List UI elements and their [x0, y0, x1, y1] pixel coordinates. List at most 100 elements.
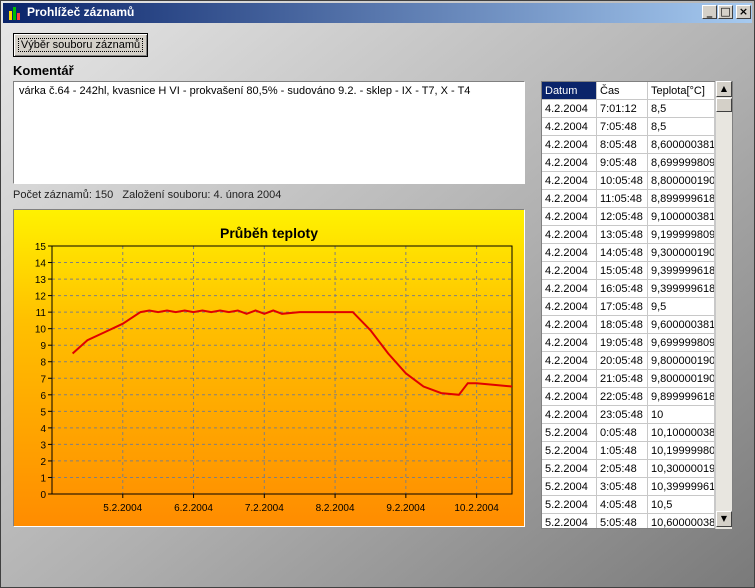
table-row[interactable]: 4.2.2004 13:05:48 9,199999809 [542, 225, 715, 244]
cell-temperature: 9,399999618 [647, 261, 715, 280]
table-row[interactable]: 4.2.2004 12:05:48 9,100000381 [542, 207, 715, 226]
table-row[interactable]: 4.2.2004 7:05:48 8,5 [542, 117, 715, 136]
cell-time: 11:05:48 [596, 189, 648, 208]
table-row[interactable]: 4.2.2004 19:05:48 9,699999809 [542, 333, 715, 352]
col-header-time[interactable]: Čas [596, 82, 648, 100]
cell-temperature: 9,899999618 [647, 387, 715, 406]
table-row[interactable]: 4.2.2004 20:05:48 9,800000190 [542, 351, 715, 370]
cell-temperature: 9,399999618 [647, 279, 715, 298]
cell-temperature: 10,19999980 [647, 441, 715, 460]
table-row[interactable]: 5.2.2004 5:05:48 10,60000038 [542, 513, 715, 528]
cell-time: 3:05:48 [596, 477, 648, 496]
cell-date: 5.2.2004 [542, 459, 597, 478]
table-row[interactable]: 4.2.2004 23:05:48 10 [542, 405, 715, 424]
table-row[interactable]: 4.2.2004 15:05:48 9,399999618 [542, 261, 715, 280]
table-row[interactable]: 4.2.2004 7:01:12 8,5 [542, 99, 715, 118]
col-header-temperature[interactable]: Teplota[°C] [647, 82, 715, 100]
records-table[interactable]: Datum Čas Teplota[°C] 4.2.2004 7:01:12 8,5… [541, 81, 733, 529]
cell-date: 4.2.2004 [542, 135, 597, 154]
cell-date: 5.2.2004 [542, 441, 597, 460]
scroll-down-button[interactable]: ▼ [716, 511, 732, 527]
table-row[interactable]: 4.2.2004 18:05:48 9,600000381 [542, 315, 715, 334]
table-row[interactable]: 4.2.2004 14:05:48 9,300000190 [542, 243, 715, 262]
title-bar[interactable]: Prohlížeč záznamů _ □ × [3, 3, 752, 23]
comment-textarea[interactable]: várka č.64 - 242hl, kvasnice H VI - prok… [13, 81, 525, 184]
cell-temperature: 8,5 [647, 117, 715, 136]
table-row[interactable]: 4.2.2004 8:05:48 8,600000381 [542, 135, 715, 154]
table-row[interactable]: 5.2.2004 0:05:48 10,10000038 [542, 423, 715, 442]
y-tick-label: 2 [40, 457, 46, 468]
cell-date: 4.2.2004 [542, 387, 597, 406]
cell-temperature: 9,100000381 [647, 207, 715, 226]
cell-time: 20:05:48 [596, 351, 648, 370]
cell-date: 4.2.2004 [542, 117, 597, 136]
temperature-series-line [71, 309, 513, 396]
table-row[interactable]: 5.2.2004 3:05:48 10,39999961 [542, 477, 715, 496]
cell-date: 4.2.2004 [542, 99, 597, 118]
cell-date: 4.2.2004 [542, 243, 597, 262]
table-row[interactable]: 4.2.2004 9:05:48 8,699999809 [542, 153, 715, 172]
table-row[interactable]: 4.2.2004 17:05:48 9,5 [542, 297, 715, 316]
plot-area-border [51, 245, 513, 495]
cell-date: 4.2.2004 [542, 405, 597, 424]
cell-date: 5.2.2004 [542, 423, 597, 442]
y-tick-label: 13 [35, 275, 47, 286]
y-tick-label: 9 [40, 341, 46, 352]
table-row[interactable]: 5.2.2004 2:05:48 10,30000019 [542, 459, 715, 478]
table-row[interactable]: 4.2.2004 11:05:48 8,899999618 [542, 189, 715, 208]
minimize-button[interactable]: _ [702, 5, 717, 19]
close-button[interactable]: × [736, 5, 751, 19]
cell-time: 15:05:48 [596, 261, 648, 280]
cell-temperature: 9,699999809 [647, 333, 715, 352]
table-row[interactable]: 4.2.2004 16:05:48 9,399999618 [542, 279, 715, 298]
cell-time: 4:05:48 [596, 495, 648, 514]
cell-date: 4.2.2004 [542, 369, 597, 388]
cell-date: 4.2.2004 [542, 153, 597, 172]
x-tick-label: 10.2.2004 [454, 503, 499, 514]
y-tick-label: 0 [40, 490, 46, 501]
y-tick-label: 1 [40, 473, 46, 484]
cell-time: 0:05:48 [596, 423, 648, 442]
cell-temperature: 8,600000381 [647, 135, 715, 154]
cell-time: 5:05:48 [596, 513, 648, 528]
scroll-thumb[interactable] [716, 98, 732, 112]
y-tick-label: 14 [35, 259, 47, 270]
cell-date: 4.2.2004 [542, 207, 597, 226]
table-row[interactable]: 5.2.2004 1:05:48 10,19999980 [542, 441, 715, 460]
y-tick-label: 15 [35, 242, 47, 253]
x-tick-label: 7.2.2004 [245, 503, 284, 514]
select-file-button[interactable]: Výběr souboru záznamů [13, 33, 148, 57]
cell-temperature: 10 [647, 405, 715, 424]
cell-time: 13:05:48 [596, 225, 648, 244]
cell-temperature: 10,10000038 [647, 423, 715, 442]
cell-time: 9:05:48 [596, 153, 648, 172]
col-header-date[interactable]: Datum [542, 82, 597, 100]
cell-time: 14:05:48 [596, 243, 648, 262]
y-tick-label: 12 [35, 292, 47, 303]
maximize-button[interactable]: □ [718, 5, 733, 19]
file-status: Počet záznamů: 150 Založení souboru: 4. … [13, 189, 287, 201]
cell-temperature: 9,600000381 [647, 315, 715, 334]
cell-temperature: 10,60000038 [647, 513, 715, 528]
cell-time: 2:05:48 [596, 459, 648, 478]
table-row[interactable]: 4.2.2004 22:05:48 9,899999618 [542, 387, 715, 406]
cell-time: 10:05:48 [596, 171, 648, 190]
y-tick-label: 10 [35, 325, 47, 336]
cell-time: 7:05:48 [596, 117, 648, 136]
cell-date: 4.2.2004 [542, 171, 597, 190]
app-icon [9, 7, 20, 20]
cell-time: 22:05:48 [596, 387, 648, 406]
cell-time: 17:05:48 [596, 297, 648, 316]
table-row[interactable]: 4.2.2004 21:05:48 9,800000190 [542, 369, 715, 388]
table-row[interactable]: 5.2.2004 4:05:48 10,5 [542, 495, 715, 514]
comment-label: Komentář [13, 63, 74, 78]
table-row[interactable]: 4.2.2004 10:05:48 8,800000190 [542, 171, 715, 190]
chart-title: Průběh teploty [220, 225, 318, 241]
table-scrollbar[interactable]: ▲ ▼ [715, 81, 732, 529]
temperature-chart: Průběh teploty 0 1 2 3 4 5 6 7 8 9 10 11 12 13 14 15 5.… [13, 209, 525, 527]
cell-temperature: 9,199999809 [647, 225, 715, 244]
cell-date: 5.2.2004 [542, 513, 597, 528]
x-tick-label: 8.2.2004 [316, 503, 355, 514]
cell-temperature: 9,5 [647, 297, 715, 316]
scroll-up-button[interactable]: ▲ [716, 81, 732, 97]
